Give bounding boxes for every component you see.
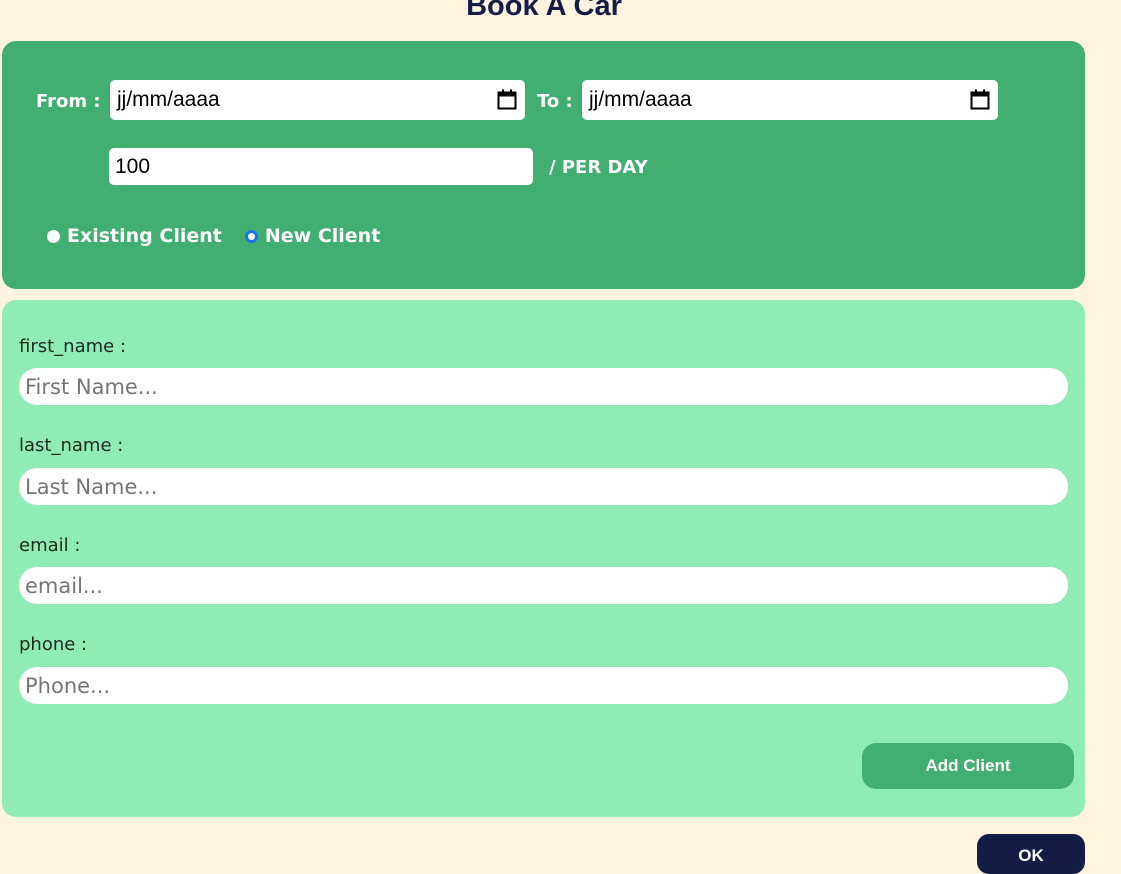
email-input[interactable]: email... bbox=[19, 567, 1068, 604]
email-placeholder: email... bbox=[25, 573, 103, 598]
last-name-label: last_name : bbox=[19, 435, 124, 456]
to-label: To : bbox=[537, 91, 573, 112]
first-name-input[interactable]: First Name... bbox=[19, 368, 1068, 405]
phone-placeholder: Phone... bbox=[25, 673, 111, 698]
per-day-label: / PER DAY bbox=[549, 157, 648, 178]
calendar-icon[interactable] bbox=[970, 89, 990, 110]
page-title: Book A Car bbox=[466, 0, 622, 22]
first-name-placeholder: First Name... bbox=[25, 374, 158, 399]
email-label: email : bbox=[19, 535, 81, 556]
from-date-input[interactable]: jj/mm/aaaa bbox=[110, 80, 525, 120]
new-client-radio[interactable] bbox=[244, 229, 258, 243]
phone-input[interactable]: Phone... bbox=[19, 667, 1068, 704]
booking-panel: From : jj/mm/aaaa To : jj/mm/aaaa 100 / … bbox=[2, 41, 1085, 289]
price-per-day-input[interactable]: 100 bbox=[109, 148, 533, 185]
new-client-label[interactable]: New Client bbox=[265, 225, 380, 247]
from-label: From : bbox=[36, 91, 101, 112]
first-name-label: first_name : bbox=[19, 336, 127, 357]
to-date-value: jj/mm/aaaa bbox=[589, 88, 692, 111]
existing-client-label[interactable]: Existing Client bbox=[67, 225, 222, 247]
client-form-panel: first_name : First Name... last_name : L… bbox=[2, 300, 1085, 817]
ok-button[interactable]: OK bbox=[977, 834, 1085, 874]
price-value: 100 bbox=[115, 154, 151, 178]
last-name-placeholder: Last Name... bbox=[25, 474, 158, 499]
existing-client-radio[interactable] bbox=[47, 229, 60, 243]
client-type-radio-group: Existing Client New Client bbox=[47, 225, 403, 247]
to-date-input[interactable]: jj/mm/aaaa bbox=[582, 80, 998, 120]
from-date-value: jj/mm/aaaa bbox=[117, 88, 220, 111]
phone-label: phone : bbox=[19, 634, 88, 655]
last-name-input[interactable]: Last Name... bbox=[19, 468, 1068, 505]
add-client-button[interactable]: Add Client bbox=[862, 743, 1074, 789]
calendar-icon[interactable] bbox=[497, 89, 517, 110]
